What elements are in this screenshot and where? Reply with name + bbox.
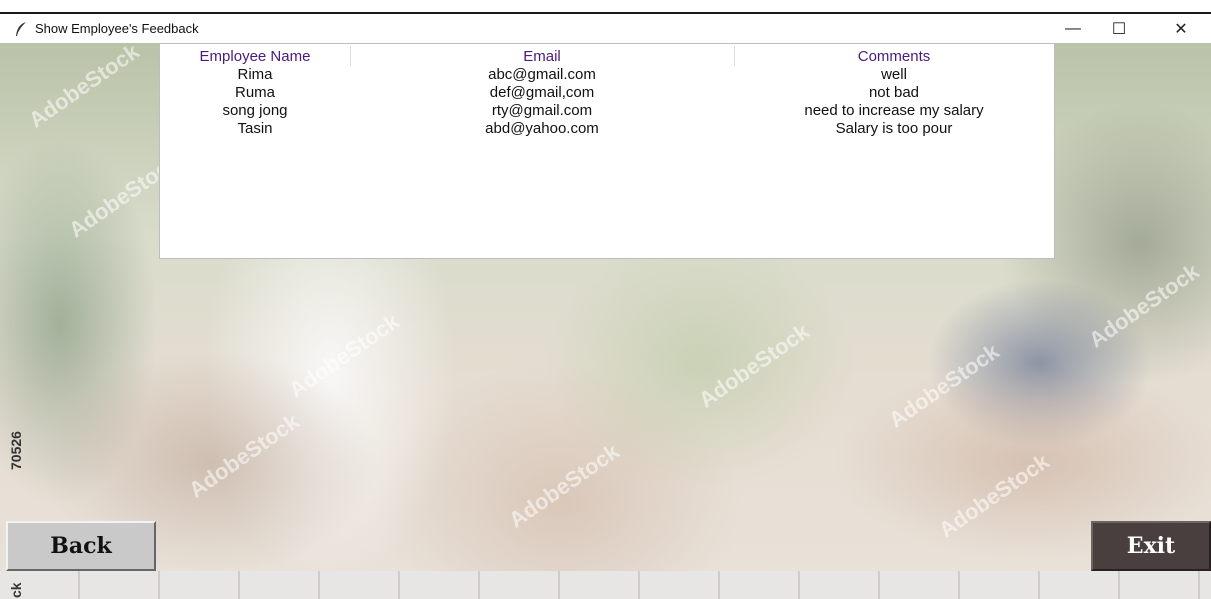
- watermark: AdobeStock: [184, 408, 304, 503]
- watermark: AdobeStock: [284, 308, 404, 403]
- cell-comment: need to increase my salary: [804, 102, 984, 119]
- watermark: AdobeStock: [1084, 258, 1204, 353]
- back-button[interactable]: Back: [6, 521, 156, 571]
- cell-employee-name: Ruma: [234, 84, 275, 101]
- table-row[interactable]: Tasin abd@yahoo.com Salary is too pour: [160, 120, 1054, 138]
- side-stock-id: 70526: [8, 431, 24, 470]
- cell-employee-name: Tasin: [237, 120, 273, 137]
- table-body: Rima abc@gmail.com well Ruma def@gmail,c…: [160, 66, 1054, 138]
- exit-button[interactable]: Exit: [1091, 521, 1211, 571]
- feedback-table: Employee Name Email Comments Rima abc@gm…: [159, 43, 1055, 259]
- cell-comment: well: [881, 66, 907, 83]
- window-title: Show Employee's Feedback: [35, 21, 199, 36]
- watermark: AdobeStock: [884, 338, 1004, 433]
- column-header-comments[interactable]: Comments: [734, 48, 1054, 65]
- cell-comment: not bad: [868, 84, 920, 101]
- watermark: AdobeStock: [934, 448, 1054, 543]
- close-button[interactable]: ✕: [1158, 14, 1204, 43]
- column-header-employee-name[interactable]: Employee Name: [160, 48, 350, 65]
- minimize-button[interactable]: —: [1050, 14, 1096, 43]
- cell-employee-name: song jong: [222, 102, 288, 119]
- watermark: AdobeStock: [694, 318, 814, 413]
- cell-email: def@gmail,com: [489, 84, 595, 101]
- title-bar: Show Employee's Feedback — ☐ ✕: [0, 14, 1211, 43]
- cell-employee-name: Rima: [237, 66, 273, 83]
- watermark: AdobeStock: [24, 43, 144, 133]
- table-row[interactable]: song jong rty@gmail.com need to increase…: [160, 102, 1054, 120]
- screen-top-strip: [0, 0, 1211, 14]
- feather-icon: [16, 22, 26, 36]
- table-header: Employee Name Email Comments: [160, 44, 1054, 66]
- watermark: AdobeStock: [504, 438, 624, 533]
- maximize-icon: ☐: [1111, 20, 1127, 38]
- table-row[interactable]: Ruma def@gmail,com not bad: [160, 84, 1054, 102]
- cell-email: abd@yahoo.com: [485, 120, 599, 137]
- cell-comment: Salary is too pour: [835, 120, 953, 137]
- close-icon: ✕: [1174, 20, 1188, 38]
- column-header-email[interactable]: Email: [350, 48, 734, 65]
- minimize-icon: —: [1065, 19, 1081, 37]
- cell-email: rty@gmail.com: [491, 102, 593, 119]
- cell-email: abc@gmail.com: [488, 66, 596, 83]
- floor-boards: [0, 571, 1211, 599]
- maximize-button[interactable]: ☐: [1096, 14, 1142, 43]
- side-stock-text: ck: [8, 582, 24, 598]
- table-row[interactable]: Rima abc@gmail.com well: [160, 66, 1054, 84]
